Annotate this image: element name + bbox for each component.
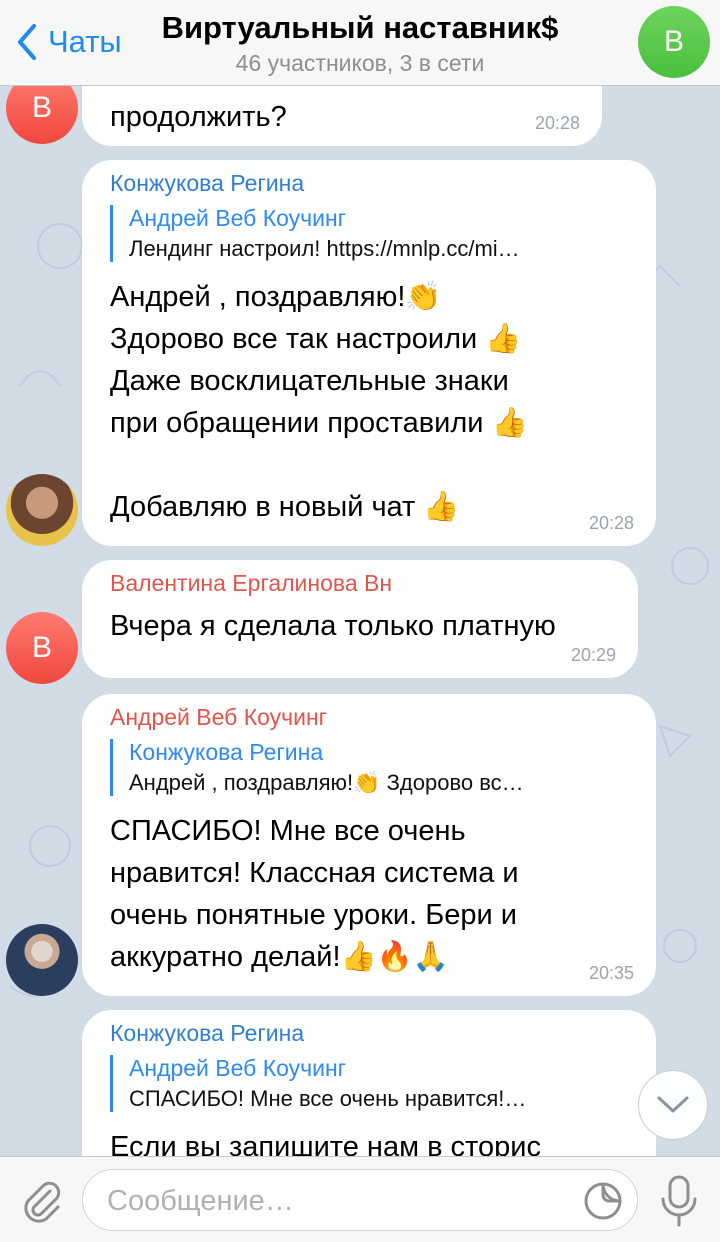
sticker-icon[interactable] xyxy=(583,1181,623,1221)
message-line: Если вы запишите нам в сторис xyxy=(110,1131,541,1156)
reply-author: Андрей Веб Коучинг xyxy=(129,205,347,231)
reply-text: СПАСИБО! Мне все очень нравится!… xyxy=(129,1086,527,1111)
chevron-down-icon xyxy=(657,1096,689,1113)
message-line: аккуратно делай!👍🔥🙏 xyxy=(110,941,449,973)
chevron-left-icon xyxy=(18,24,36,60)
message-line: Андрей , поздравляю!👏 xyxy=(110,281,442,313)
chat-title: Виртуальный наставник$ xyxy=(161,10,559,45)
message-time: 20:29 xyxy=(570,645,616,665)
back-label: Чаты xyxy=(48,24,122,59)
avatar[interactable] xyxy=(6,474,78,546)
message-text: Андрей , поздравляю!👏 Здорово все так на… xyxy=(110,276,632,528)
message-bubble[interactable]: Валентина Ергалинова Вн Вчера я сделала … xyxy=(82,560,638,678)
sender-name: Конжукова Регина xyxy=(110,1020,305,1046)
message-line: очень понятные уроки. Бери и xyxy=(110,899,517,931)
message-line: нравится! Классная система и xyxy=(110,857,519,889)
paperclip-icon[interactable] xyxy=(18,1177,64,1223)
message-line: Добавляю в новый чат 👍 xyxy=(110,491,460,523)
reply-preview[interactable]: Андрей Веб Коучинг СПАСИБО! Мне все очен… xyxy=(110,1055,632,1112)
reply-text: Лендинг настроил! https://mnlp.cc/mi… xyxy=(129,236,520,261)
chat-title-area[interactable]: Виртуальный наставник$ 46 участников, 3 … xyxy=(140,10,580,77)
chat-subtitle: 46 участников, 3 в сети xyxy=(235,50,485,76)
message-input[interactable] xyxy=(107,1182,567,1220)
message-bubble[interactable]: Конжукова Регина Андрей Веб Коучинг СПАС… xyxy=(82,1010,656,1156)
message-time: 20:28 xyxy=(588,513,634,533)
message-line: Здорово все так настроили 👍 xyxy=(110,323,522,355)
message-time: 20:35 xyxy=(588,963,634,983)
message-field[interactable] xyxy=(82,1169,638,1231)
reply-preview[interactable]: Конжукова Регина Андрей , поздравляю!👏 З… xyxy=(110,739,632,796)
reply-preview[interactable]: Андрей Веб Коучинг Лендинг настроил! htt… xyxy=(110,205,632,262)
message-text: СПАСИБО! Мне все очень нравится! Классна… xyxy=(110,810,632,978)
message-time: 20:28 xyxy=(534,113,580,133)
reply-author: Конжукова Регина xyxy=(129,739,324,765)
sender-name: Андрей Веб Коучинг xyxy=(110,704,328,730)
message-bubble[interactable]: продолжить? 20:28 xyxy=(82,86,602,146)
back-button[interactable]: Чаты xyxy=(12,20,122,64)
avatar[interactable]: В xyxy=(6,612,78,684)
reply-text: Андрей , поздравляю!👏 Здорово вс… xyxy=(129,770,524,795)
group-avatar[interactable]: В xyxy=(638,6,710,78)
message-list[interactable]: В продолжить? 20:28 Конжукова Регина Анд… xyxy=(0,86,720,1156)
message-bubble[interactable]: Конжукова Регина Андрей Веб Коучинг Ленд… xyxy=(82,160,656,546)
sender-name: Конжукова Регина xyxy=(110,170,305,196)
microphone-icon[interactable] xyxy=(656,1173,702,1229)
chat-header: Чаты Виртуальный наставник$ 46 участнико… xyxy=(0,0,720,86)
reply-author: Андрей Веб Коучинг xyxy=(129,1055,347,1081)
message-line: Даже восклицательные знаки xyxy=(110,365,509,397)
avatar[interactable] xyxy=(6,924,78,996)
message-text: продолжить? xyxy=(110,101,287,133)
message-input-bar xyxy=(0,1156,720,1242)
scroll-to-bottom-button[interactable] xyxy=(638,1070,708,1140)
message-line xyxy=(110,444,632,486)
message-line: при обращении проставили 👍 xyxy=(110,407,528,439)
sender-name: Валентина Ергалинова Вн xyxy=(110,570,393,596)
message-text: Вчера я сделала только платную xyxy=(110,610,556,642)
message-line: СПАСИБО! Мне все очень xyxy=(110,815,466,847)
message-bubble[interactable]: Андрей Веб Коучинг Конжукова Регина Андр… xyxy=(82,694,656,996)
